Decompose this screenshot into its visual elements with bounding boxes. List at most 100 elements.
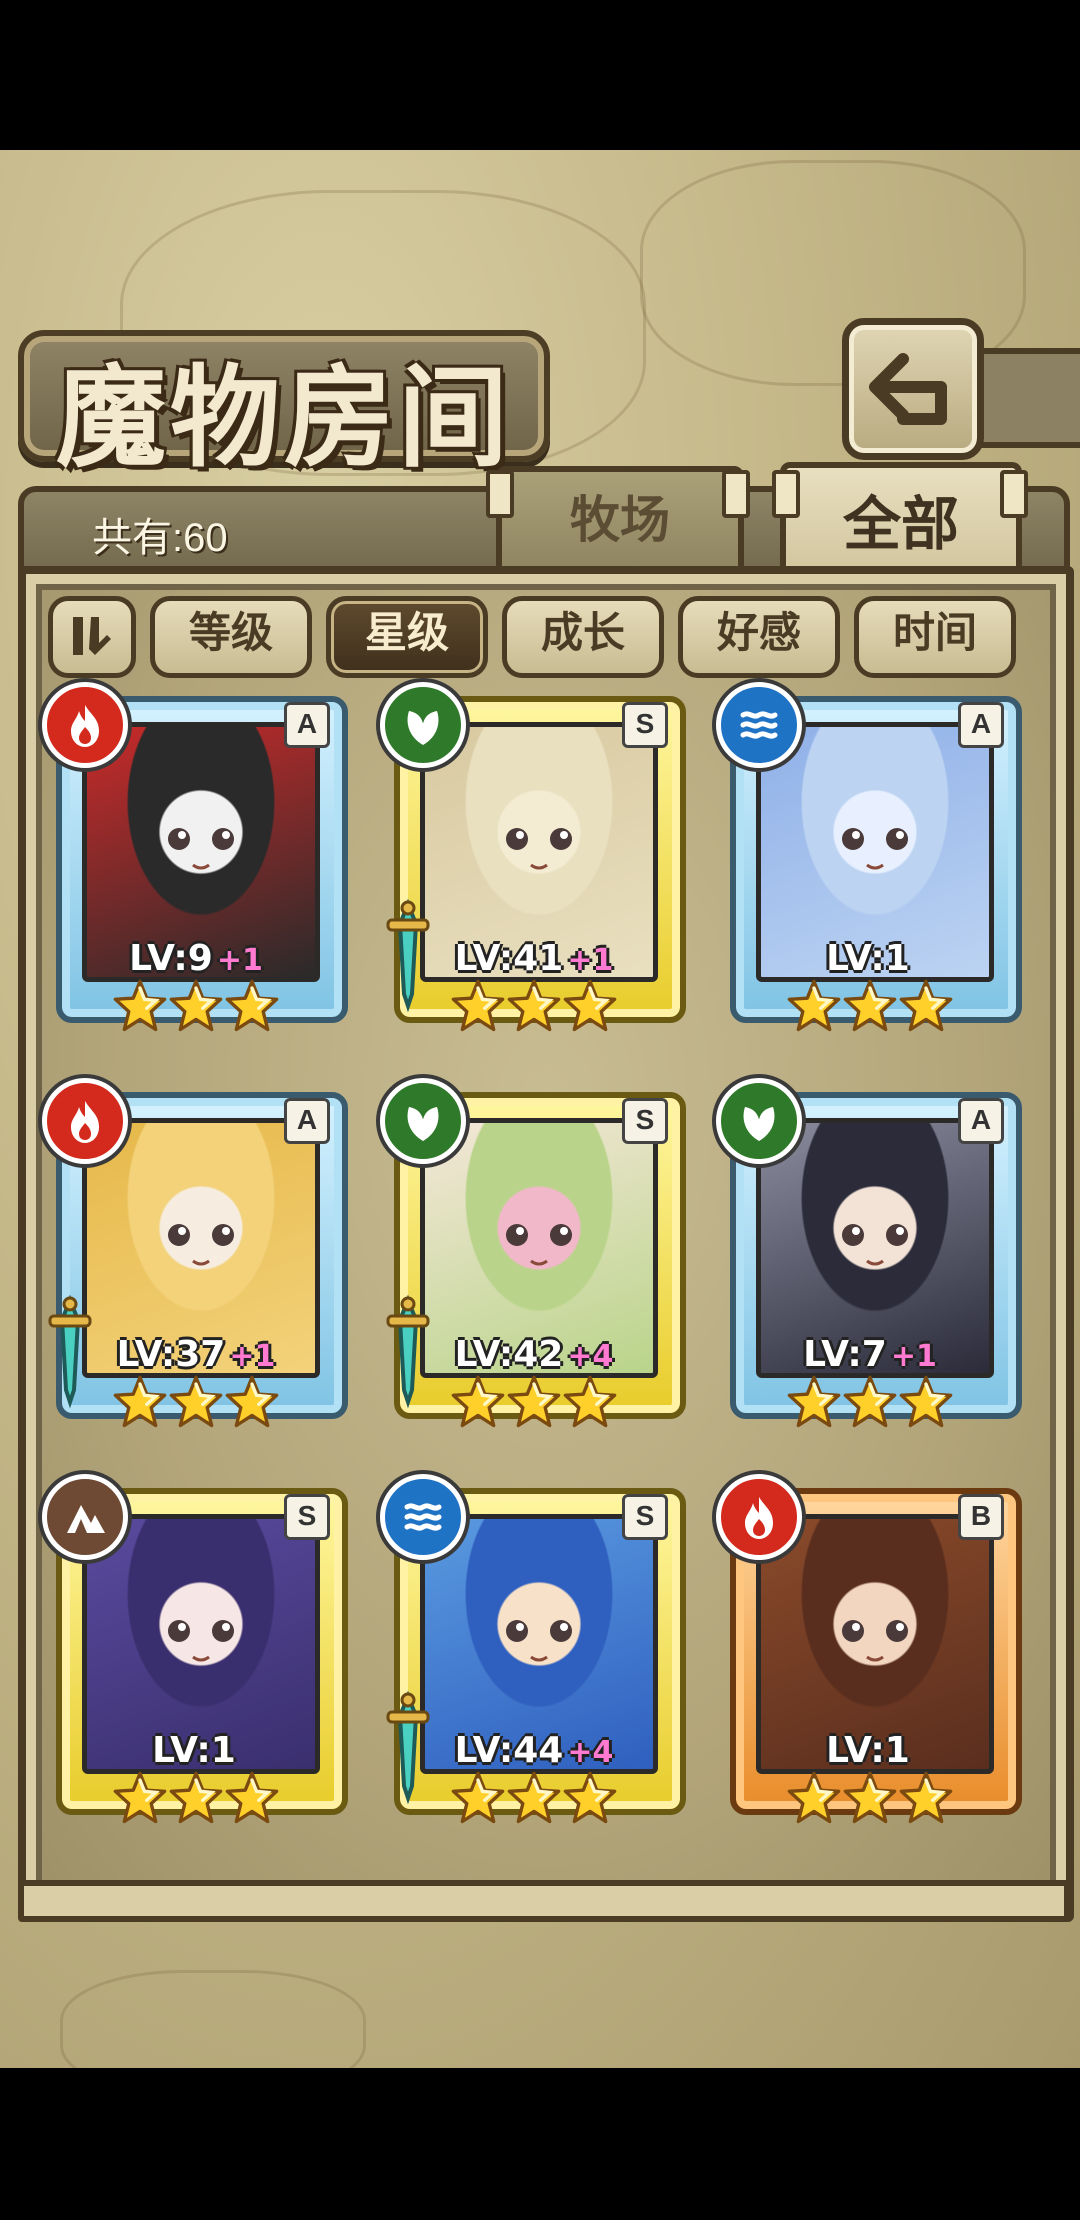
star-rating [384,978,684,1038]
star-icon [168,979,224,1038]
star-rating [46,1374,346,1434]
monster-card[interactable]: S LV:41 +1 [380,682,686,1051]
star-icon [898,979,954,1038]
star-icon [112,1375,168,1434]
star-icon [786,979,842,1038]
star-icon [450,1375,506,1434]
level-value: LV:42 [454,1334,564,1375]
monster-card[interactable]: B LV:1 [716,1474,1022,1843]
level-value: LV:1 [826,938,910,979]
star-icon [786,1375,842,1434]
rank-badge: S [284,1494,330,1540]
star-rating [720,1770,1020,1830]
rank-badge: S [622,1098,668,1144]
fire-element-icon [716,1474,802,1560]
monster-card[interactable]: A LV:37 +1 [42,1078,348,1447]
rank-badge: B [958,1494,1004,1540]
star-icon [898,1771,954,1830]
monster-card[interactable]: S LV:1 [42,1474,348,1843]
sort-level-button[interactable]: 等级 [150,596,312,678]
level-value: LV:1 [152,1730,236,1771]
star-icon [562,979,618,1038]
monster-level: LV:41 +1 [384,938,684,979]
star-icon [450,979,506,1038]
monster-level: LV:37 +1 [46,1334,346,1375]
star-rating [384,1374,684,1434]
level-value: LV:7 [803,1334,887,1375]
monster-card[interactable]: S LV:44 +4 [380,1474,686,1843]
star-rating [46,1770,346,1830]
level-value: LV:1 [826,1730,910,1771]
sort-affection-label: 好感 [716,608,801,657]
sort-star-label: 星级 [364,608,449,657]
star-icon [842,979,898,1038]
rank-badge: A [958,1098,1004,1144]
rank-badge: A [284,1098,330,1144]
nature-element-icon [380,1078,466,1164]
star-icon [506,1375,562,1434]
star-rating [46,978,346,1038]
monster-card[interactable]: A LV:9 +1 [42,682,348,1051]
rank-badge: S [622,1494,668,1540]
tab-ranch-label: 牧场 [570,490,670,549]
tab-pin [1000,470,1028,518]
level-plus: +1 [229,1339,276,1374]
page-title: 魔物房间 [56,353,512,482]
level-plus: +1 [567,943,614,978]
monster-level: LV:7 +1 [720,1334,1020,1375]
sort-star-button[interactable]: 星级 [326,596,488,678]
monster-level: LV:9 +1 [46,938,346,979]
star-icon [168,1771,224,1830]
nature-element-icon [380,682,466,768]
monster-level: LV:42 +4 [384,1334,684,1375]
sort-affection-button[interactable]: 好感 [678,596,840,678]
star-icon [842,1771,898,1830]
star-icon [224,1375,280,1434]
fire-element-icon [42,1078,128,1164]
star-rating [720,978,1020,1038]
rank-badge: S [622,702,668,748]
monster-level: LV:1 [46,1730,346,1771]
level-plus: +4 [567,1735,614,1770]
level-plus: +1 [890,1339,937,1374]
tab-pin [772,470,800,518]
fire-element-icon [42,682,128,768]
rank-badge: A [284,702,330,748]
level-value: LV:9 [129,938,213,979]
monster-card[interactable]: A LV:7 +1 [716,1078,1022,1447]
monster-count: 共有:60 [92,516,228,560]
star-icon [112,1771,168,1830]
star-rating [720,1374,1020,1434]
rank-badge: A [958,702,1004,748]
star-icon [168,1375,224,1434]
tab-ranch[interactable]: 牧场 [496,466,744,578]
star-icon [112,979,168,1038]
map-decoration [60,1970,366,2068]
sort-time-button[interactable]: 时间 [854,596,1016,678]
earth-element-icon [42,1474,128,1560]
monster-level: LV:44 +4 [384,1730,684,1771]
star-icon [224,1771,280,1830]
water-element-icon [380,1474,466,1560]
level-plus: +4 [567,1339,614,1374]
sort-order-button[interactable] [48,596,136,678]
title-plate: 魔物房间 [18,330,550,482]
tab-all-label: 全部 [842,490,959,558]
star-icon [898,1375,954,1434]
tab-pin [722,470,750,518]
star-icon [842,1375,898,1434]
monster-card[interactable]: S LV:42 +4 [380,1078,686,1447]
level-value: LV:44 [454,1730,564,1771]
level-value: LV:37 [116,1334,226,1375]
sort-growth-button[interactable]: 成长 [502,596,664,678]
monster-card[interactable]: A LV:1 [716,682,1022,1051]
sort-level-label: 等级 [188,608,273,657]
monster-level: LV:1 [720,1730,1020,1771]
back-button[interactable] [842,318,984,460]
star-rating [384,1770,684,1830]
star-icon [562,1375,618,1434]
sort-time-label: 时间 [892,608,977,657]
star-icon [224,979,280,1038]
tab-pin [486,470,514,518]
sort-order-icon [73,617,111,655]
